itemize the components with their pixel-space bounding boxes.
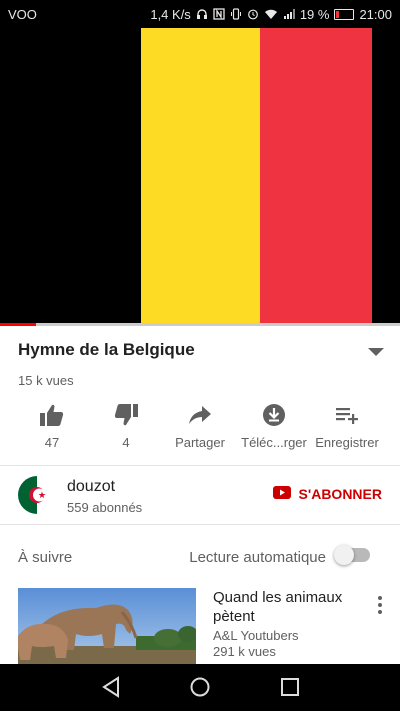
network-speed: 1,4 K/s (150, 6, 191, 22)
save-label: Enregistrer (315, 435, 379, 450)
algeria-flag-icon (18, 476, 56, 514)
like-button[interactable]: 47 (12, 398, 92, 450)
like-count: 47 (44, 435, 60, 450)
signal-icon (283, 8, 295, 20)
autoplay-toggle[interactable] (334, 545, 370, 565)
youtube-logo-icon (272, 486, 291, 502)
channel-avatar[interactable] (18, 476, 56, 514)
subscriber-count: 559 abonnés (67, 500, 143, 515)
divider (0, 524, 400, 525)
flag-stripe-red (260, 28, 372, 326)
share-arrow-icon (160, 403, 240, 427)
action-bar: 47 4 Partager Téléc...rger Enregistrer (0, 398, 400, 460)
download-icon (234, 403, 314, 427)
alarm-icon (247, 8, 259, 20)
carrier-label: VOO (8, 6, 37, 22)
share-label: Partager (175, 435, 225, 450)
recommended-video[interactable]: Quand les animaux pètent A&L Youtubers 2… (0, 588, 400, 664)
download-button[interactable]: Téléc...rger (234, 398, 314, 450)
subscribe-button[interactable]: S'ABONNER (272, 486, 382, 502)
expand-chevron-icon[interactable] (368, 348, 384, 356)
status-bar: VOO 1,4 K/s 19 % 21:00 (0, 0, 400, 28)
clock: 21:00 (359, 6, 392, 22)
recommended-views: 291 k vues (213, 644, 276, 659)
flag-stripe-yellow (141, 28, 260, 326)
dislike-count: 4 (122, 435, 130, 450)
video-title-row[interactable]: Hymne de la Belgique (18, 340, 388, 360)
home-icon[interactable] (189, 676, 211, 703)
thumbs-up-icon (12, 403, 92, 427)
view-count: 15 k vues (18, 373, 74, 388)
back-icon[interactable] (101, 676, 121, 703)
download-label: Téléc...rger (241, 435, 307, 450)
toggle-knob (334, 545, 354, 565)
elephant-thumbnail-image (18, 588, 196, 664)
video-progress-bar[interactable] (0, 323, 400, 326)
more-options-icon[interactable] (374, 596, 386, 616)
dislike-button[interactable]: 4 (86, 398, 166, 450)
nfc-icon (213, 8, 225, 20)
battery-icon (334, 8, 355, 20)
video-title: Hymne de la Belgique (18, 340, 195, 359)
video-progress-fill (0, 323, 36, 326)
recents-icon[interactable] (280, 676, 300, 703)
recommended-title[interactable]: Quand les animaux pètent (213, 588, 363, 626)
headphones-icon (196, 8, 208, 20)
navigation-bar (0, 664, 400, 711)
playlist-add-icon (307, 403, 387, 427)
share-button[interactable]: Partager (160, 398, 240, 450)
video-thumbnail[interactable] (18, 588, 196, 664)
thumbs-down-icon (86, 403, 166, 427)
autoplay-label: Lecture automatique (189, 549, 326, 566)
wifi-icon (264, 8, 278, 20)
up-next-label: À suivre (18, 549, 73, 566)
video-player[interactable] (0, 28, 400, 326)
status-icons: 1,4 K/s 19 % 21:00 (150, 7, 392, 22)
subscribe-label: S'ABONNER (298, 486, 382, 502)
battery-percent: 19 % (299, 6, 330, 22)
channel-row[interactable]: douzot 559 abonnés S'ABONNER (0, 466, 400, 524)
recommended-channel: A&L Youtubers (213, 628, 299, 643)
save-button[interactable]: Enregistrer (307, 398, 387, 450)
flag-stripe-black (28, 28, 141, 326)
channel-name[interactable]: douzot (67, 478, 115, 496)
vibrate-icon (230, 8, 242, 20)
